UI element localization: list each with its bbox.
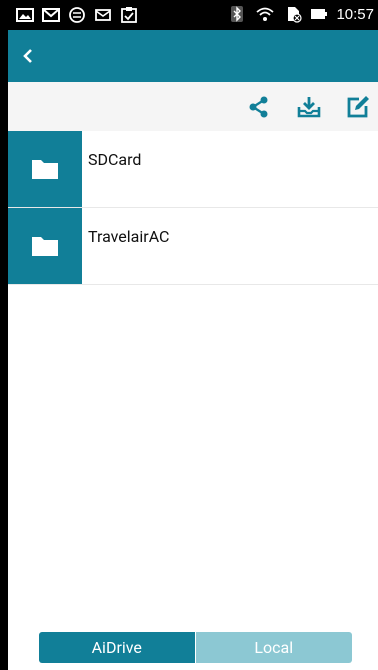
sim-icon: [288, 7, 303, 23]
gmail-icon: [42, 8, 60, 22]
folder-icon: [32, 160, 58, 179]
status-bar: 10:57: [8, 0, 378, 30]
back-button[interactable]: [14, 42, 42, 70]
folder-thumbnail: [8, 208, 82, 284]
chevron-left-icon: [23, 49, 32, 63]
tab-aidrive[interactable]: AiDrive: [39, 632, 195, 663]
screen-edge: [0, 0, 8, 670]
clipboard-icon: [121, 7, 137, 23]
action-toolbar: [8, 82, 378, 131]
folder-thumbnail: [8, 131, 82, 207]
notification-icons: [16, 6, 138, 24]
battery-icon: [311, 9, 328, 19]
clock: 10:57: [336, 5, 374, 23]
share-icon: [249, 96, 268, 118]
system-icons: 10:57: [228, 5, 374, 23]
file-name: TravelairAC: [88, 227, 170, 246]
share-button[interactable]: [246, 94, 272, 120]
sync-icon: [69, 7, 85, 23]
bluetooth-icon: [231, 6, 244, 22]
download-icon: [297, 97, 321, 118]
source-tabs: AiDrive Local: [39, 632, 352, 663]
download-button[interactable]: [296, 94, 322, 120]
app-screen: 10:57 SDCard TravelairAC AiDrive Local: [8, 0, 378, 670]
file-name: SDCard: [88, 150, 142, 169]
list-item[interactable]: TravelairAC: [8, 208, 378, 285]
folder-icon: [32, 237, 58, 256]
wifi-icon: [256, 7, 275, 21]
app-bar: [8, 30, 378, 82]
tab-local[interactable]: Local: [195, 632, 352, 663]
edit-icon: [347, 96, 369, 118]
file-list: SDCard TravelairAC: [8, 131, 378, 285]
edit-button[interactable]: [345, 94, 371, 120]
list-item[interactable]: SDCard: [8, 131, 378, 208]
image-icon: [16, 8, 34, 22]
mail-icon: [95, 9, 111, 21]
